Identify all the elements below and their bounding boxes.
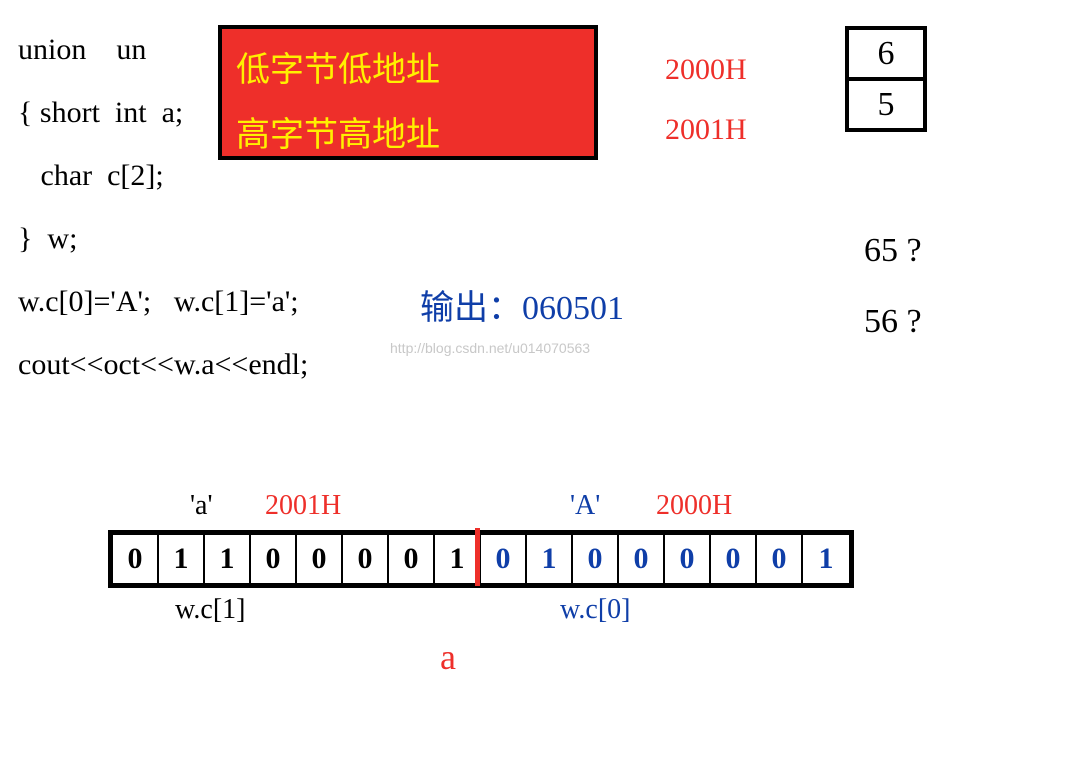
bit-cell: 0 xyxy=(297,535,343,583)
bit-cell: 1 xyxy=(527,535,573,583)
wc1-label: w.c[1] xyxy=(175,594,245,626)
union-a-label: a xyxy=(440,636,456,678)
bit-cell: 0 xyxy=(711,535,757,583)
bit-cell: 0 xyxy=(481,535,527,583)
wc0-label: w.c[0] xyxy=(560,594,630,626)
question-column: 65 ? 56 ? xyxy=(864,215,922,358)
code-line-6: cout<<oct<<w.a<<endl; xyxy=(18,333,308,396)
bit-cell: 0 xyxy=(619,535,665,583)
question-2: 56 ? xyxy=(864,286,922,357)
memory-cell-0: 6 xyxy=(845,26,927,81)
endianness-note-box: 低字节低地址 高字节高地址 xyxy=(218,25,598,160)
question-1: 65 ? xyxy=(864,215,922,286)
code-line-4: } w; xyxy=(18,207,308,270)
bit-cell: 1 xyxy=(159,535,205,583)
output-value: 060501 xyxy=(522,290,624,327)
memory-cell-1: 5 xyxy=(845,77,927,132)
memory-cells: 6 5 xyxy=(845,26,927,132)
address-1: 2001H xyxy=(665,100,747,160)
bit-cell: 0 xyxy=(389,535,435,583)
output-text: 输出：060501 xyxy=(420,280,624,329)
address-column: 2000H 2001H xyxy=(665,40,747,160)
addr-label-low: 2000H xyxy=(656,490,732,522)
watermark: http://blog.csdn.net/u014070563 xyxy=(390,340,590,356)
bit-cell: 1 xyxy=(803,535,849,583)
bit-cell: 1 xyxy=(205,535,251,583)
addr-label-high: 2001H xyxy=(265,490,341,522)
bit-cell: 0 xyxy=(665,535,711,583)
bit-table: 0 1 1 0 0 0 0 1 0 1 0 0 0 0 0 1 xyxy=(108,530,854,588)
byte-divider xyxy=(475,528,480,586)
bit-cell: 0 xyxy=(251,535,297,583)
bit-cell: 0 xyxy=(343,535,389,583)
code-line-5: w.c[0]='A'; w.c[1]='a'; xyxy=(18,270,308,333)
char-label-high: 'a' xyxy=(190,490,213,522)
output-label: 输出： xyxy=(420,290,522,327)
address-0: 2000H xyxy=(665,40,747,100)
bit-cell: 0 xyxy=(757,535,803,583)
bit-cell: 0 xyxy=(113,535,159,583)
endianness-line-2: 高字节高地址 xyxy=(236,104,580,169)
char-label-low: 'A' xyxy=(570,490,600,522)
bit-cell: 0 xyxy=(573,535,619,583)
endianness-line-1: 低字节低地址 xyxy=(236,39,580,104)
